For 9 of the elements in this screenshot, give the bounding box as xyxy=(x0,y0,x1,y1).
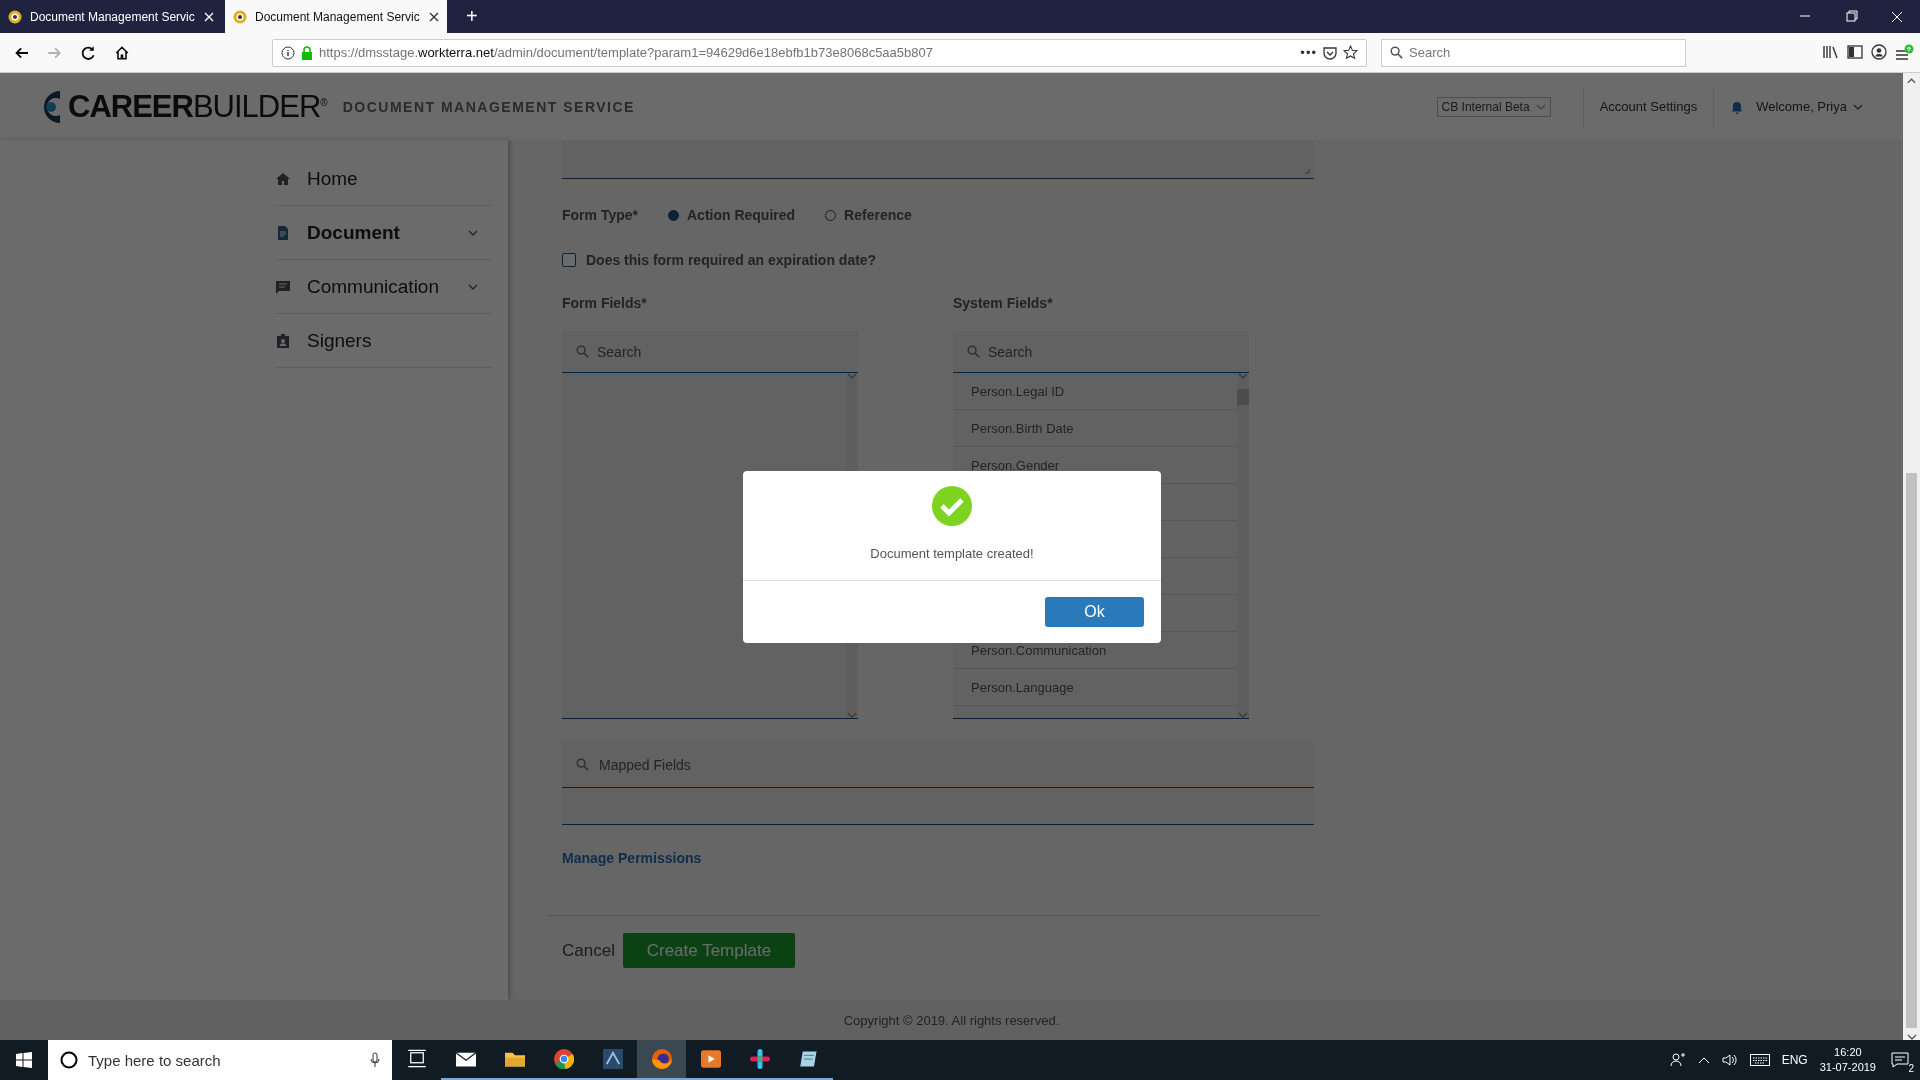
brand-logo: CAREERBUILDER$^{®}$ xyxy=(68,88,327,125)
dialog-message: Document template created! xyxy=(870,546,1034,561)
form-type-label: Form Type* xyxy=(562,207,638,223)
url-text: https://dmsstage.workterra.net/admin/document/template?param1=94629d6e18ebfb1b73e8068c5aa5b807 xyxy=(319,45,934,60)
field-list-label: Form Fields* xyxy=(562,295,648,313)
service-title: DOCUMENT MANAGEMENT SERVICE xyxy=(342,98,635,115)
field-list-label: System Fields* xyxy=(953,295,1054,313)
copyright-text: Copyright © 2019. All rights reserved. xyxy=(843,1012,1060,1028)
checkbox-label: Does this form required an expiration date? xyxy=(586,252,877,268)
